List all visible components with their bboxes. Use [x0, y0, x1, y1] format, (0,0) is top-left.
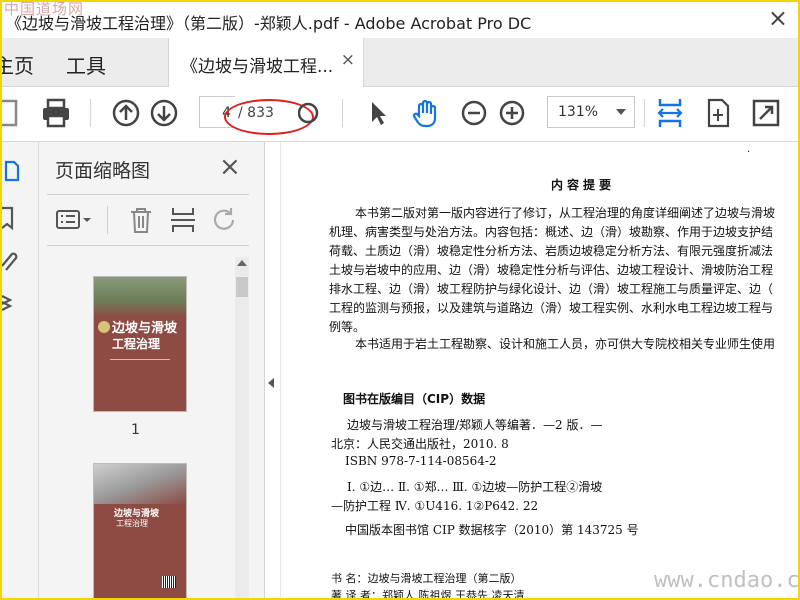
page-thumbnail[interactable]: 边坡与滑坡 工程治理 — [94, 277, 186, 411]
tab-close-icon[interactable]: × — [341, 50, 355, 70]
thumbnail-options-icon[interactable] — [55, 204, 95, 236]
cip-line: 北京：人民交通出版社，2010. 8 — [331, 437, 509, 451]
left-navigation-strip — [2, 142, 39, 598]
zoom-value: 131% — [558, 104, 599, 120]
imprint-line: 著 译 者：郑颖人 陈祖煜 王恭先 凌天清 — [331, 589, 525, 600]
toolbar: 4 / 833 131% — [2, 87, 798, 142]
page-thumbnail[interactable]: 边坡与滑坡 工程治理 — [94, 464, 186, 598]
paragraph-line: 荷载、土质边（滑）坡稳定性分析方法、岩质边坡稳定分析方法、有限元强度折减法 — [329, 244, 774, 258]
toolbar-divider — [90, 99, 91, 127]
rotate-page-icon[interactable] — [700, 95, 736, 131]
paragraph-line: 机理、病害类型与处治方法。内容包括：概述、边（滑）坡勘察、作用于边坡支护结 — [329, 225, 774, 239]
cip-line: ISBN 978-7-114-08564-2 — [345, 454, 497, 468]
tab-home[interactable]: 主页 — [2, 50, 34, 79]
layers-icon[interactable] — [2, 288, 32, 318]
thumbnail-title-line2: 工程治理 — [116, 519, 148, 528]
select-cursor-icon[interactable] — [360, 95, 396, 131]
attachment-icon[interactable] — [2, 246, 32, 276]
paragraph-line: 排水工程、边（滑）坡工程防护与绿化设计、边（滑）坡工程施工与质量评定、边（ — [329, 282, 774, 296]
document-view[interactable]: · 内容提要 本书第二版对第一版内容进行了修订，从工程治理的角度详细阐述了边坡与… — [280, 142, 798, 600]
panel-close-icon[interactable]: × — [219, 152, 241, 182]
cip-line: 中国版本图书馆 CIP 数据核字（2010）第 143725 号 — [345, 523, 639, 537]
zoom-in-icon[interactable] — [494, 95, 530, 131]
panel-scrollbar[interactable] — [235, 257, 249, 598]
collapse-panel-icon[interactable] — [268, 378, 274, 388]
site-watermark: www.cndao.com — [654, 568, 800, 593]
zoom-select[interactable]: 131% — [547, 96, 635, 128]
cover-rule — [110, 359, 170, 360]
tab-tools[interactable]: 工具 — [66, 50, 106, 79]
thumbnail-page-number: 1 — [131, 422, 140, 438]
page-mark: · — [747, 147, 751, 158]
zoom-out-icon[interactable] — [456, 95, 492, 131]
print-icon[interactable] — [38, 95, 74, 131]
panel-title: 页面缩略图 — [55, 160, 151, 182]
previous-page-icon[interactable] — [108, 95, 144, 131]
tab-document-label: 《边坡与滑坡工程... — [181, 57, 334, 77]
panel-divider — [47, 194, 249, 195]
chevron-down-icon — [616, 109, 626, 115]
toolbar-divider — [644, 99, 645, 127]
window-title: 《边坡与滑坡工程治理》（第二版）-郑颖人.pdf - Adobe Acrobat… — [6, 14, 532, 33]
barcode-image — [162, 576, 176, 588]
delete-page-icon[interactable] — [127, 204, 155, 236]
document-heading: 内容提要 — [551, 178, 616, 192]
paragraph-line: 工程的监测与预报，以及建筑与道路边（滑）坡工程实例、水利水电工程边坡工程与 — [329, 301, 774, 315]
extract-page-icon[interactable] — [169, 204, 197, 236]
toolbar-divider — [342, 99, 343, 127]
paragraph-line: 土坡与岩坡中的应用、边（滑）坡稳定性分析与评估、边坡工程设计、滑坡防治工程 — [329, 263, 774, 277]
scrollbar-thumb[interactable] — [236, 277, 248, 297]
acrobat-window: 中国道场网 《边坡与滑坡工程治理》（第二版）-郑颖人.pdf - Adobe A… — [0, 0, 800, 600]
title-bar: 中国道场网 《边坡与滑坡工程治理》（第二版）-郑颖人.pdf - Adobe A… — [2, 2, 798, 38]
thumbnail-title-line2: 工程治理 — [112, 337, 161, 351]
cip-line: 边坡与滑坡工程治理/郑颖人等编著．—2 版．— — [347, 418, 603, 432]
document-page: · 内容提要 本书第二版对第一版内容进行了修订，从工程治理的角度详细阐述了边坡与… — [281, 142, 798, 600]
page-thumbnails-panel: 页面缩略图 × 边坡与滑坡 工程治理 1 边坡与滑坡 工程治理 — [39, 142, 265, 598]
rotate-icon[interactable] — [211, 204, 239, 236]
paragraph-line: 本书第二版对第一版内容进行了修订，从工程治理的角度详细阐述了边坡与滑坡 — [355, 206, 776, 220]
cip-line: Ⅰ. ①边… Ⅱ. ①郑… Ⅲ. ①边坡—防护工程②滑坡 — [347, 480, 603, 494]
panel-tool-divider — [107, 206, 108, 234]
panel-divider — [47, 245, 249, 246]
tab-bar: 主页 工具 《边坡与滑坡工程... × — [2, 38, 798, 87]
full-screen-icon[interactable] — [748, 95, 784, 131]
save-icon[interactable] — [2, 95, 24, 131]
cover-badge — [98, 321, 110, 333]
tab-document[interactable]: 《边坡与滑坡工程... × — [168, 38, 364, 87]
thumbnail-title-line1: 边坡与滑坡 — [112, 321, 178, 336]
cip-line: —防护工程 Ⅳ. ①U416. 1②P642. 22 — [331, 499, 539, 513]
cover-photo — [94, 464, 186, 504]
clock-icon[interactable] — [297, 95, 334, 131]
imprint-line: 书 名：边坡与滑坡工程治理（第二版） — [331, 572, 522, 585]
cip-heading: 图书在版编目（CIP）数据 — [343, 392, 486, 406]
window-close-button[interactable]: × — [768, 6, 788, 30]
cover-photo — [94, 277, 186, 317]
bookmark-icon[interactable] — [2, 204, 32, 234]
paragraph-line: 本书适用于岩土工程勘察、设计和施工人员，亦可供大专院校相关专业师生使用 — [355, 337, 776, 351]
hand-tool-icon[interactable] — [408, 95, 444, 131]
fit-width-icon[interactable] — [652, 95, 688, 131]
scroll-up-icon[interactable] — [237, 260, 247, 266]
next-page-icon[interactable] — [146, 95, 182, 131]
page-thumbnails-icon[interactable] — [2, 158, 32, 188]
